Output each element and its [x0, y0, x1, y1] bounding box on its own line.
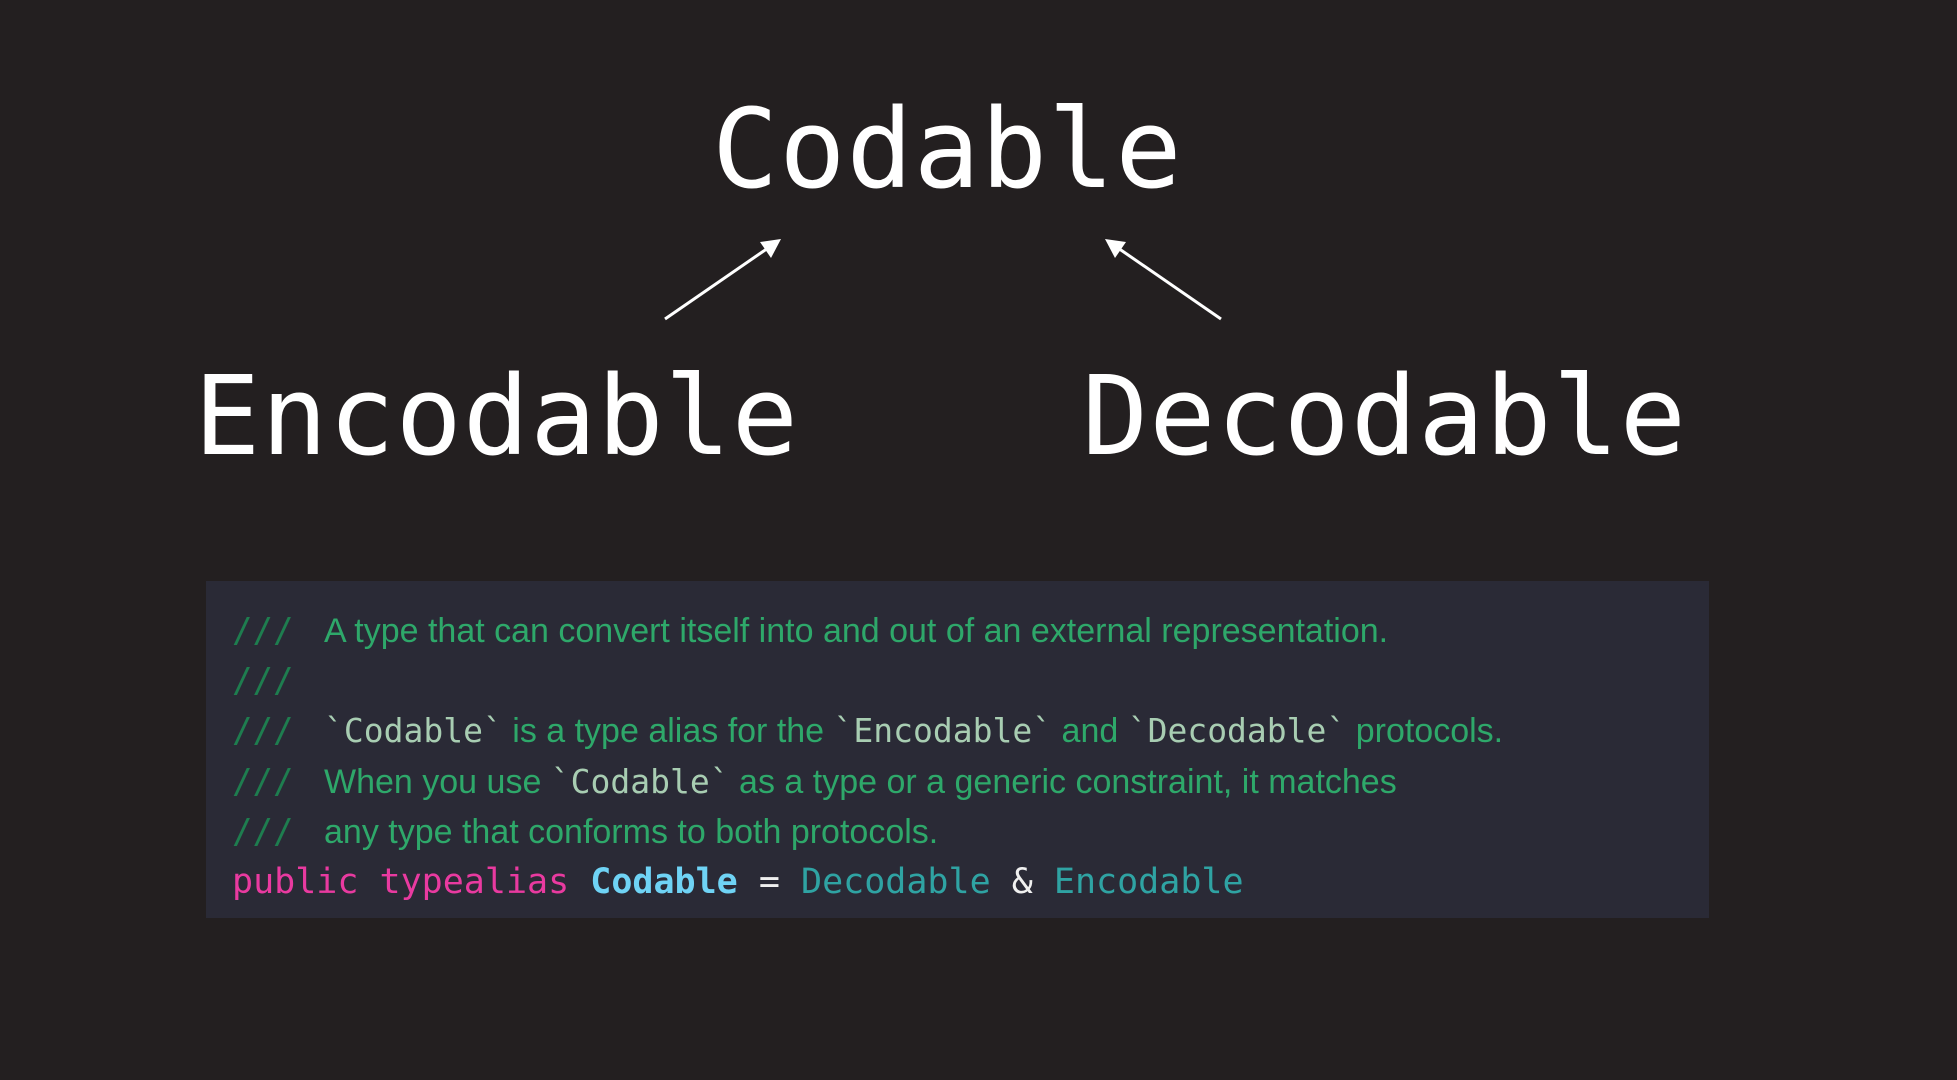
protocol-decodable: Decodable — [801, 861, 991, 902]
comment-text: as a type or a generic constraint, it ma… — [729, 762, 1397, 801]
inline-code-encodable: `Encodable` — [833, 711, 1053, 751]
inline-code-codable: `Codable` — [550, 761, 730, 801]
comment-slashes: /// — [232, 711, 294, 752]
comment-text: A type that can convert itself into and … — [324, 612, 1389, 650]
equals-operator: = — [758, 861, 780, 902]
comment-slashes: /// — [232, 661, 294, 702]
inline-code-codable: `Codable` — [324, 711, 503, 751]
diagram-canvas: Codable Encodable Decodable /// A type th… — [0, 0, 1957, 1080]
inline-code-decodable: `Decodable` — [1127, 711, 1347, 751]
doc-comment-line-2: /// — [232, 656, 1709, 706]
doc-comment-line-3: /// `Codable` is a type alias for the `En… — [232, 706, 1709, 756]
encodable-node: Encodable — [194, 352, 800, 480]
comment-slashes: /// — [232, 761, 294, 802]
comment-text: is a type alias for the — [502, 712, 834, 751]
protocol-encodable: Encodable — [1053, 861, 1244, 902]
comment-text: protocols. — [1346, 712, 1504, 751]
code-snippet-panel: /// A type that can convert itself into a… — [206, 581, 1709, 918]
typealias-declaration: public typealias Codable = Decodable & E… — [232, 857, 1709, 907]
doc-comment-line-1: /// A type that can convert itself into a… — [232, 606, 1709, 656]
comment-slashes: /// — [232, 611, 294, 651]
keyword-public: public — [232, 861, 359, 902]
ampersand-operator: & — [1011, 861, 1033, 902]
arrow-decodable-to-codable — [1105, 239, 1222, 321]
decodable-node: Decodable — [1082, 352, 1688, 480]
comment-text: any type that conforms to both protocols… — [324, 812, 939, 851]
type-name-codable: Codable — [590, 861, 738, 902]
keyword-typealias: typealias — [379, 861, 570, 902]
comment-text: When you use — [324, 762, 551, 801]
arrow-encodable-to-codable — [664, 239, 781, 321]
comment-text: and — [1052, 712, 1128, 751]
codable-node: Codable — [712, 85, 1183, 213]
doc-comment-line-5: /// any type that conforms to both protoc… — [232, 807, 1709, 857]
comment-slashes: /// — [232, 811, 294, 852]
doc-comment-line-4: /// When you use `Codable` as a type or a… — [232, 757, 1709, 807]
